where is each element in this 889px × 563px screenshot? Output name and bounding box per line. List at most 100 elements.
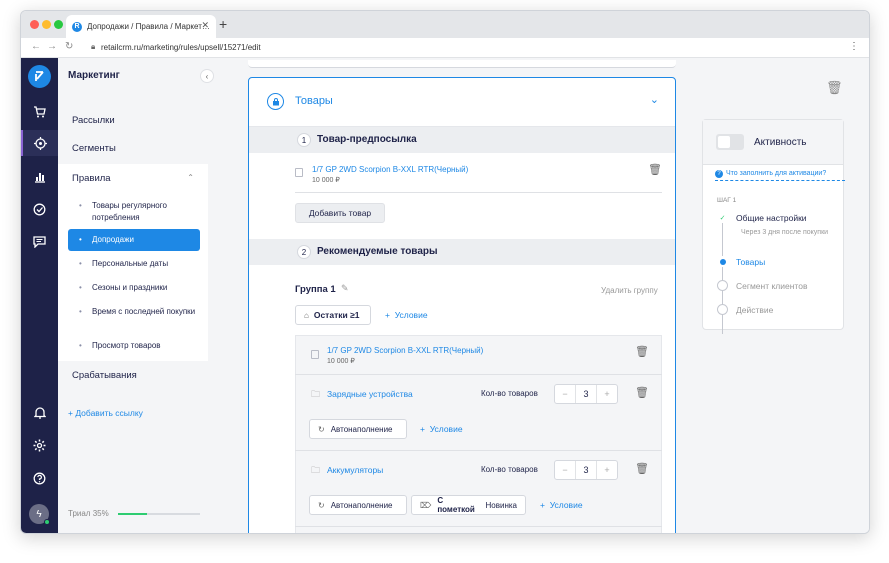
trash-icon[interactable]: 🗑︎ [635, 462, 649, 475]
collapse-sidebar-button[interactable]: ‹ [200, 69, 214, 83]
section-recommended: 2 Рекомендуемые товары [249, 239, 675, 265]
tag-condition-button[interactable]: ⌦ С пометкой Новинка [411, 495, 526, 515]
prerequisite-product [295, 164, 303, 182]
sidebar-item-triggers[interactable]: Срабатывания [72, 370, 137, 381]
chat-icon[interactable] [21, 229, 58, 255]
sidebar-subitem-time-since-purchase[interactable]: Время с последней покупки [68, 306, 200, 318]
warehouse-icon: ⌂ [304, 310, 309, 320]
sidebar-item-rules[interactable]: Правила [72, 173, 111, 184]
step-client-segment[interactable]: Сегмент клиентов [736, 281, 807, 291]
activation-hint-link[interactable]: ? Что заполнить для активации? [715, 170, 845, 181]
add-product-button[interactable]: Добавить товар [295, 203, 385, 223]
close-window-button[interactable] [30, 20, 39, 29]
browser-tab[interactable]: R Допродажи / Правила / Маркет… ✕ [66, 15, 216, 38]
step-products[interactable]: Товары [736, 257, 765, 267]
trash-icon[interactable]: 🗑︎ [635, 345, 649, 358]
address-bar: ← → ↻ 🔒︎ retailcrm.ru/marketing/rules/up… [21, 38, 869, 58]
back-icon[interactable]: ← [31, 41, 41, 52]
autofill-button[interactable]: ↻ Автонаполнение [309, 495, 407, 515]
quantity-stepper[interactable]: − 3 + [554, 384, 618, 404]
chevron-up-icon[interactable]: ⌃ [187, 173, 194, 182]
trash-icon[interactable]: 🗑︎ [635, 386, 649, 399]
avatar[interactable]: ϟ [29, 504, 50, 525]
group-product-price: 10 000 ₽ [327, 358, 355, 365]
activity-label: Активность [754, 137, 807, 148]
stock-condition-label: Остатки ≥1 [313, 310, 360, 320]
add-link-button[interactable]: + Добавить ссылку [68, 408, 143, 418]
products-card-header[interactable]: Товары ⌄ [249, 78, 675, 127]
increment-button[interactable]: + [597, 461, 617, 479]
category-link[interactable]: Зарядные устройства [327, 389, 413, 399]
add-condition-label: Условие [549, 500, 583, 510]
quantity-stepper[interactable]: − 3 + [554, 460, 618, 480]
sidebar-subitem-regular-goods[interactable]: Товары регулярного потребления [68, 200, 200, 224]
sidebar: Маркетинг ‹ Рассылки Сегменты Правила ⌃ … [58, 58, 214, 533]
tab-title: Допродажи / Правила / Маркет… [87, 22, 210, 31]
decrement-button[interactable]: − [555, 461, 575, 479]
prerequisite-product-link[interactable]: 1/7 GP 2WD Scorpion B-XXL RTR(Черный) [312, 165, 468, 174]
activity-toggle[interactable] [716, 134, 744, 150]
plus-icon: + [540, 500, 550, 510]
divider [295, 374, 662, 375]
check-circle-icon[interactable] [21, 196, 58, 222]
reload-icon[interactable]: ↻ [65, 41, 73, 52]
divider [295, 192, 662, 193]
minimize-window-button[interactable] [42, 20, 51, 29]
step-general-settings-sub: Через 3 дня после покупки [741, 229, 829, 236]
maximize-window-button[interactable] [54, 20, 63, 29]
group-title: Группа 1 [295, 284, 336, 295]
sidebar-subitem-product-views[interactable]: Просмотр товаров [68, 340, 200, 352]
chart-icon[interactable] [21, 164, 58, 190]
lock-icon: 🔒︎ [91, 42, 96, 51]
sidebar-subitem-personal-dates[interactable]: Персональные даты [68, 258, 200, 270]
quantity-value[interactable]: 3 [575, 461, 597, 479]
add-condition-button[interactable]: + Условие [420, 424, 463, 434]
lightning-icon: ϟ [36, 508, 42, 520]
target-icon[interactable] [21, 130, 58, 156]
plus-icon: + [385, 310, 395, 320]
cart-icon[interactable] [21, 99, 58, 125]
quantity-label: Кол-во товаров [481, 465, 538, 474]
gear-icon[interactable] [21, 432, 58, 458]
delete-group-button[interactable]: Удалить группу [601, 286, 658, 295]
autofill-label: Автонаполнение [330, 500, 393, 510]
increment-button[interactable]: + [597, 385, 617, 403]
add-condition-button[interactable]: + Условие [540, 500, 583, 510]
category-link[interactable]: Аккумуляторы [327, 465, 383, 475]
edit-pencil-icon[interactable]: ✎ [341, 283, 349, 294]
folder-icon: 🗀︎ [311, 389, 321, 399]
decrement-button[interactable]: − [555, 385, 575, 403]
sidebar-item-segments[interactable]: Сегменты [72, 143, 116, 154]
previous-card [248, 60, 676, 68]
sidebar-subitem-seasons[interactable]: Сезоны и праздники [68, 282, 200, 294]
trial-label: Триал 35% [68, 509, 109, 518]
url-field[interactable]: retailcrm.ru/marketing/rules/upsell/1527… [101, 43, 261, 52]
trash-icon[interactable]: 🗑︎ [648, 163, 662, 176]
autofill-label: Автонаполнение [330, 424, 393, 434]
chevron-down-icon[interactable]: ⌄ [650, 93, 659, 106]
product-box-icon [311, 350, 319, 359]
forward-icon[interactable]: → [47, 41, 57, 52]
bell-icon[interactable] [21, 399, 58, 425]
tag-icon: ⌦ [420, 500, 432, 510]
help-icon[interactable] [21, 465, 58, 491]
new-tab-button[interactable]: + [219, 16, 227, 32]
step-action[interactable]: Действие [736, 305, 773, 315]
group-product-link[interactable]: 1/7 GP 2WD Scorpion B-XXL RTR(Черный) [327, 346, 483, 355]
tab-close-icon[interactable]: ✕ [201, 20, 209, 31]
browser-menu-icon[interactable]: ⋮ [849, 41, 859, 52]
sidebar-subitem-upsell[interactable]: Допродажи [68, 229, 200, 251]
add-condition-button[interactable]: + Условие [385, 310, 428, 320]
stock-condition-button[interactable]: ⌂ Остатки ≥1 [295, 305, 371, 325]
retailcrm-logo-icon[interactable] [28, 65, 51, 88]
step-general-settings[interactable]: Общие настройки [736, 213, 807, 223]
main-content: Товары ⌄ 1 Товар-предпосылка 1/7 GP 2WD … [208, 58, 690, 533]
autofill-button[interactable]: ↻ Автонаполнение [309, 419, 407, 439]
delete-rule-trash-icon[interactable]: 🗑︎ [826, 80, 843, 96]
prerequisite-product-price: 10 000 ₽ [312, 177, 340, 184]
section-title: Товар-предпосылка [317, 134, 417, 145]
sidebar-item-mailings[interactable]: Рассылки [72, 115, 115, 126]
step-label: ШАГ 1 [717, 197, 737, 204]
quantity-value[interactable]: 3 [575, 385, 597, 403]
refresh-icon: ↻ [318, 500, 325, 510]
